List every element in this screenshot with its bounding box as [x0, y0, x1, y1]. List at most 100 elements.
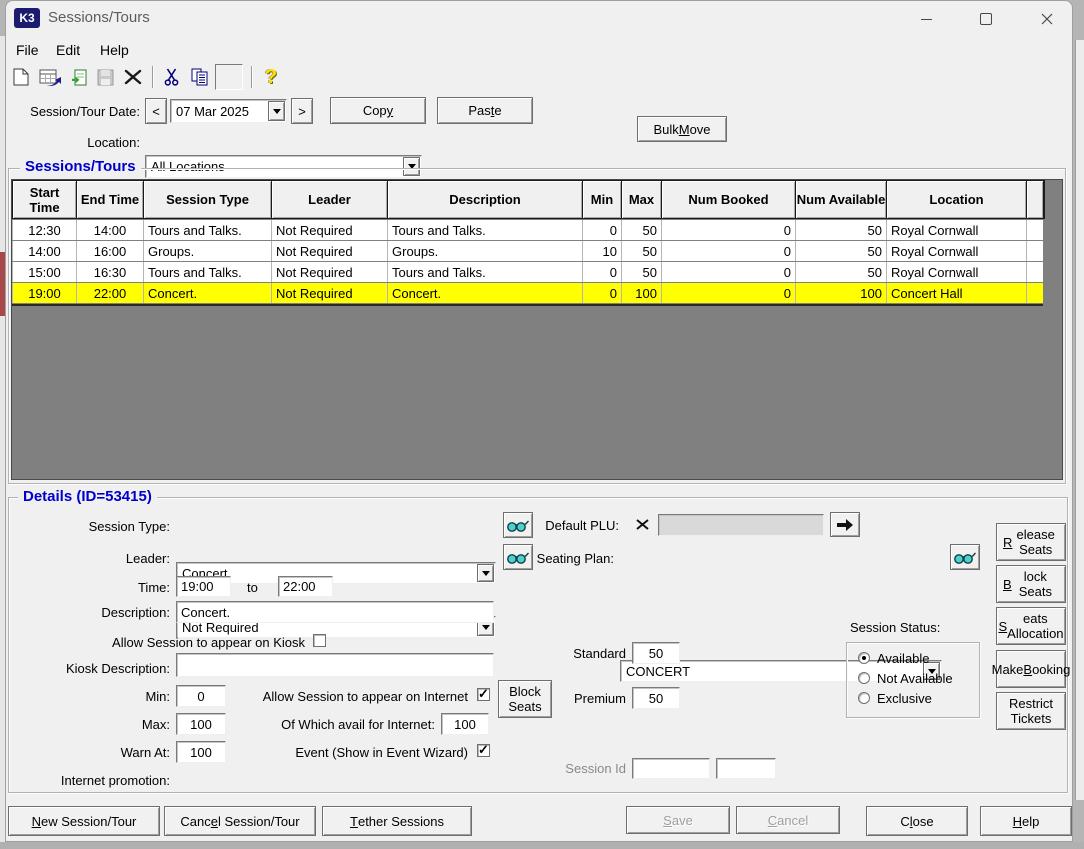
column-header-num-available[interactable]: Num Available — [796, 181, 886, 218]
cell-session-type[interactable]: Tours and Talks. — [144, 220, 271, 240]
toolbar-delete-button[interactable] — [120, 64, 146, 90]
cell-location[interactable]: Royal Cornwall — [887, 241, 1026, 261]
cell-blank[interactable] — [1027, 241, 1043, 261]
cell-num-booked[interactable]: 0 — [662, 262, 795, 282]
release-seats-button[interactable]: Release Seats — [996, 523, 1066, 561]
cell-blank[interactable] — [1027, 220, 1043, 240]
allow-internet-checkbox[interactable] — [477, 688, 490, 701]
status-available-label[interactable]: Available — [877, 651, 930, 666]
column-header-session-type[interactable]: Session Type — [144, 181, 271, 218]
status-not-available-label[interactable]: Not Available — [877, 671, 953, 686]
toolbar-cut-button[interactable] — [158, 64, 184, 90]
time-from-input[interactable] — [176, 576, 231, 597]
menu-file[interactable]: File — [8, 39, 47, 61]
cell-session-type[interactable]: Concert. — [144, 283, 271, 303]
date-prev-button[interactable]: < — [145, 98, 167, 124]
cell-start-time[interactable]: 14:00 — [13, 241, 76, 261]
avail-internet-input[interactable] — [441, 713, 489, 735]
toolbar-new-document-button[interactable] — [8, 64, 34, 90]
column-header-leader[interactable]: Leader — [272, 181, 387, 218]
column-header-location[interactable]: Location — [887, 181, 1026, 218]
table-row[interactable]: 15:00 16:30 Tours and Talks. Not Require… — [12, 262, 1043, 282]
chevron-down-icon[interactable] — [477, 564, 494, 582]
kiosk-description-input[interactable] — [176, 653, 494, 677]
toolbar-session-calendar-move-button[interactable] — [36, 64, 64, 90]
close-button[interactable] — [1023, 6, 1071, 32]
cell-min[interactable]: 0 — [583, 220, 621, 240]
column-header-min[interactable]: Min — [583, 181, 621, 218]
status-radio-available[interactable] — [858, 652, 870, 664]
cell-location[interactable]: Concert Hall — [887, 283, 1026, 303]
column-header-description[interactable]: Description — [388, 181, 582, 218]
cell-description[interactable]: Tours and Talks. — [388, 262, 582, 282]
cancel-session-tour-button[interactable]: Cancel Session/Tour — [164, 806, 316, 836]
minimize-button[interactable] — [903, 6, 949, 32]
cell-max[interactable]: 100 — [622, 283, 661, 303]
close-button-footer[interactable]: Close — [866, 806, 968, 836]
cell-end-time[interactable]: 14:00 — [77, 220, 143, 240]
min-input[interactable] — [176, 685, 226, 707]
cell-end-time[interactable]: 16:00 — [77, 241, 143, 261]
cell-blank[interactable] — [1027, 283, 1043, 303]
new-session-tour-button[interactable]: New Session/Tour — [8, 806, 160, 836]
date-next-button[interactable]: > — [291, 98, 313, 124]
cell-leader[interactable]: Not Required — [272, 241, 387, 261]
status-radio-not-available[interactable] — [858, 672, 870, 684]
session-type-lookup-button[interactable] — [503, 512, 533, 538]
cell-start-time[interactable]: 12:30 — [13, 220, 76, 240]
cell-description[interactable]: Concert. — [388, 283, 582, 303]
tether-sessions-button[interactable]: Tether Sessions — [322, 806, 472, 836]
max-input[interactable] — [176, 713, 226, 735]
cell-num-booked[interactable]: 0 — [662, 283, 795, 303]
allow-kiosk-checkbox[interactable] — [313, 634, 326, 647]
bulk-move-button[interactable]: Bulk Move — [637, 116, 727, 142]
cell-session-type[interactable]: Tours and Talks. — [144, 262, 271, 282]
menu-edit[interactable]: Edit — [48, 39, 88, 61]
date-dropdown[interactable]: 07 Mar 2025 — [170, 99, 287, 123]
clear-plu-button[interactable] — [629, 513, 655, 536]
status-exclusive-label[interactable]: Exclusive — [877, 691, 932, 706]
menu-help[interactable]: Help — [92, 39, 137, 61]
seats-allocation-button[interactable]: Seats Allocation — [996, 607, 1066, 645]
cell-max[interactable]: 50 — [622, 220, 661, 240]
table-row-selected[interactable]: 19:00 22:00 Concert. Not Required Concer… — [12, 283, 1043, 303]
maximize-button[interactable] — [963, 6, 1009, 32]
cell-min[interactable]: 0 — [583, 262, 621, 282]
cell-max[interactable]: 50 — [622, 241, 661, 261]
seating-plan-lookup-button[interactable] — [950, 544, 980, 570]
table-row[interactable]: 14:00 16:00 Groups. Not Required Groups.… — [12, 241, 1043, 261]
cell-num-available[interactable]: 100 — [796, 283, 886, 303]
column-header-end-time[interactable]: End Time — [77, 181, 143, 218]
warn-at-input[interactable] — [176, 741, 226, 763]
column-header-max[interactable]: Max — [622, 181, 661, 218]
column-header-start-time[interactable]: Start Time — [13, 181, 76, 218]
table-row[interactable]: 12:30 14:00 Tours and Talks. Not Require… — [12, 220, 1043, 240]
cell-num-available[interactable]: 50 — [796, 220, 886, 240]
column-header-num-booked[interactable]: Num Booked — [662, 181, 795, 218]
cell-leader[interactable]: Not Required — [272, 283, 387, 303]
toolbar-help-button[interactable]: ? — [258, 64, 284, 90]
cell-num-booked[interactable]: 0 — [662, 241, 795, 261]
time-to-input[interactable] — [278, 576, 333, 597]
cell-num-booked[interactable]: 0 — [662, 220, 795, 240]
premium-input[interactable] — [632, 687, 680, 709]
help-button[interactable]: Help — [980, 806, 1072, 836]
cell-start-time[interactable]: 19:00 — [13, 283, 76, 303]
copy-day-button[interactable]: Copy — [330, 97, 426, 124]
session-id-input-1[interactable] — [632, 758, 710, 779]
cell-min[interactable]: 0 — [583, 283, 621, 303]
cell-num-available[interactable]: 50 — [796, 262, 886, 282]
paste-day-button[interactable]: Paste — [437, 97, 533, 124]
assign-plu-button[interactable] — [830, 512, 860, 537]
cell-max[interactable]: 50 — [622, 262, 661, 282]
session-id-input-2[interactable] — [716, 758, 776, 779]
cell-location[interactable]: Royal Cornwall — [887, 262, 1026, 282]
cell-min[interactable]: 10 — [583, 241, 621, 261]
block-seats-button[interactable]: Block Seats — [996, 565, 1066, 603]
cell-blank[interactable] — [1027, 262, 1043, 282]
cell-num-available[interactable]: 50 — [796, 241, 886, 261]
cell-location[interactable]: Royal Cornwall — [887, 220, 1026, 240]
toolbar-copy-button[interactable] — [186, 64, 212, 90]
block-seats-mid-button[interactable]: Block Seats — [498, 680, 552, 718]
event-wizard-checkbox[interactable] — [477, 744, 490, 757]
